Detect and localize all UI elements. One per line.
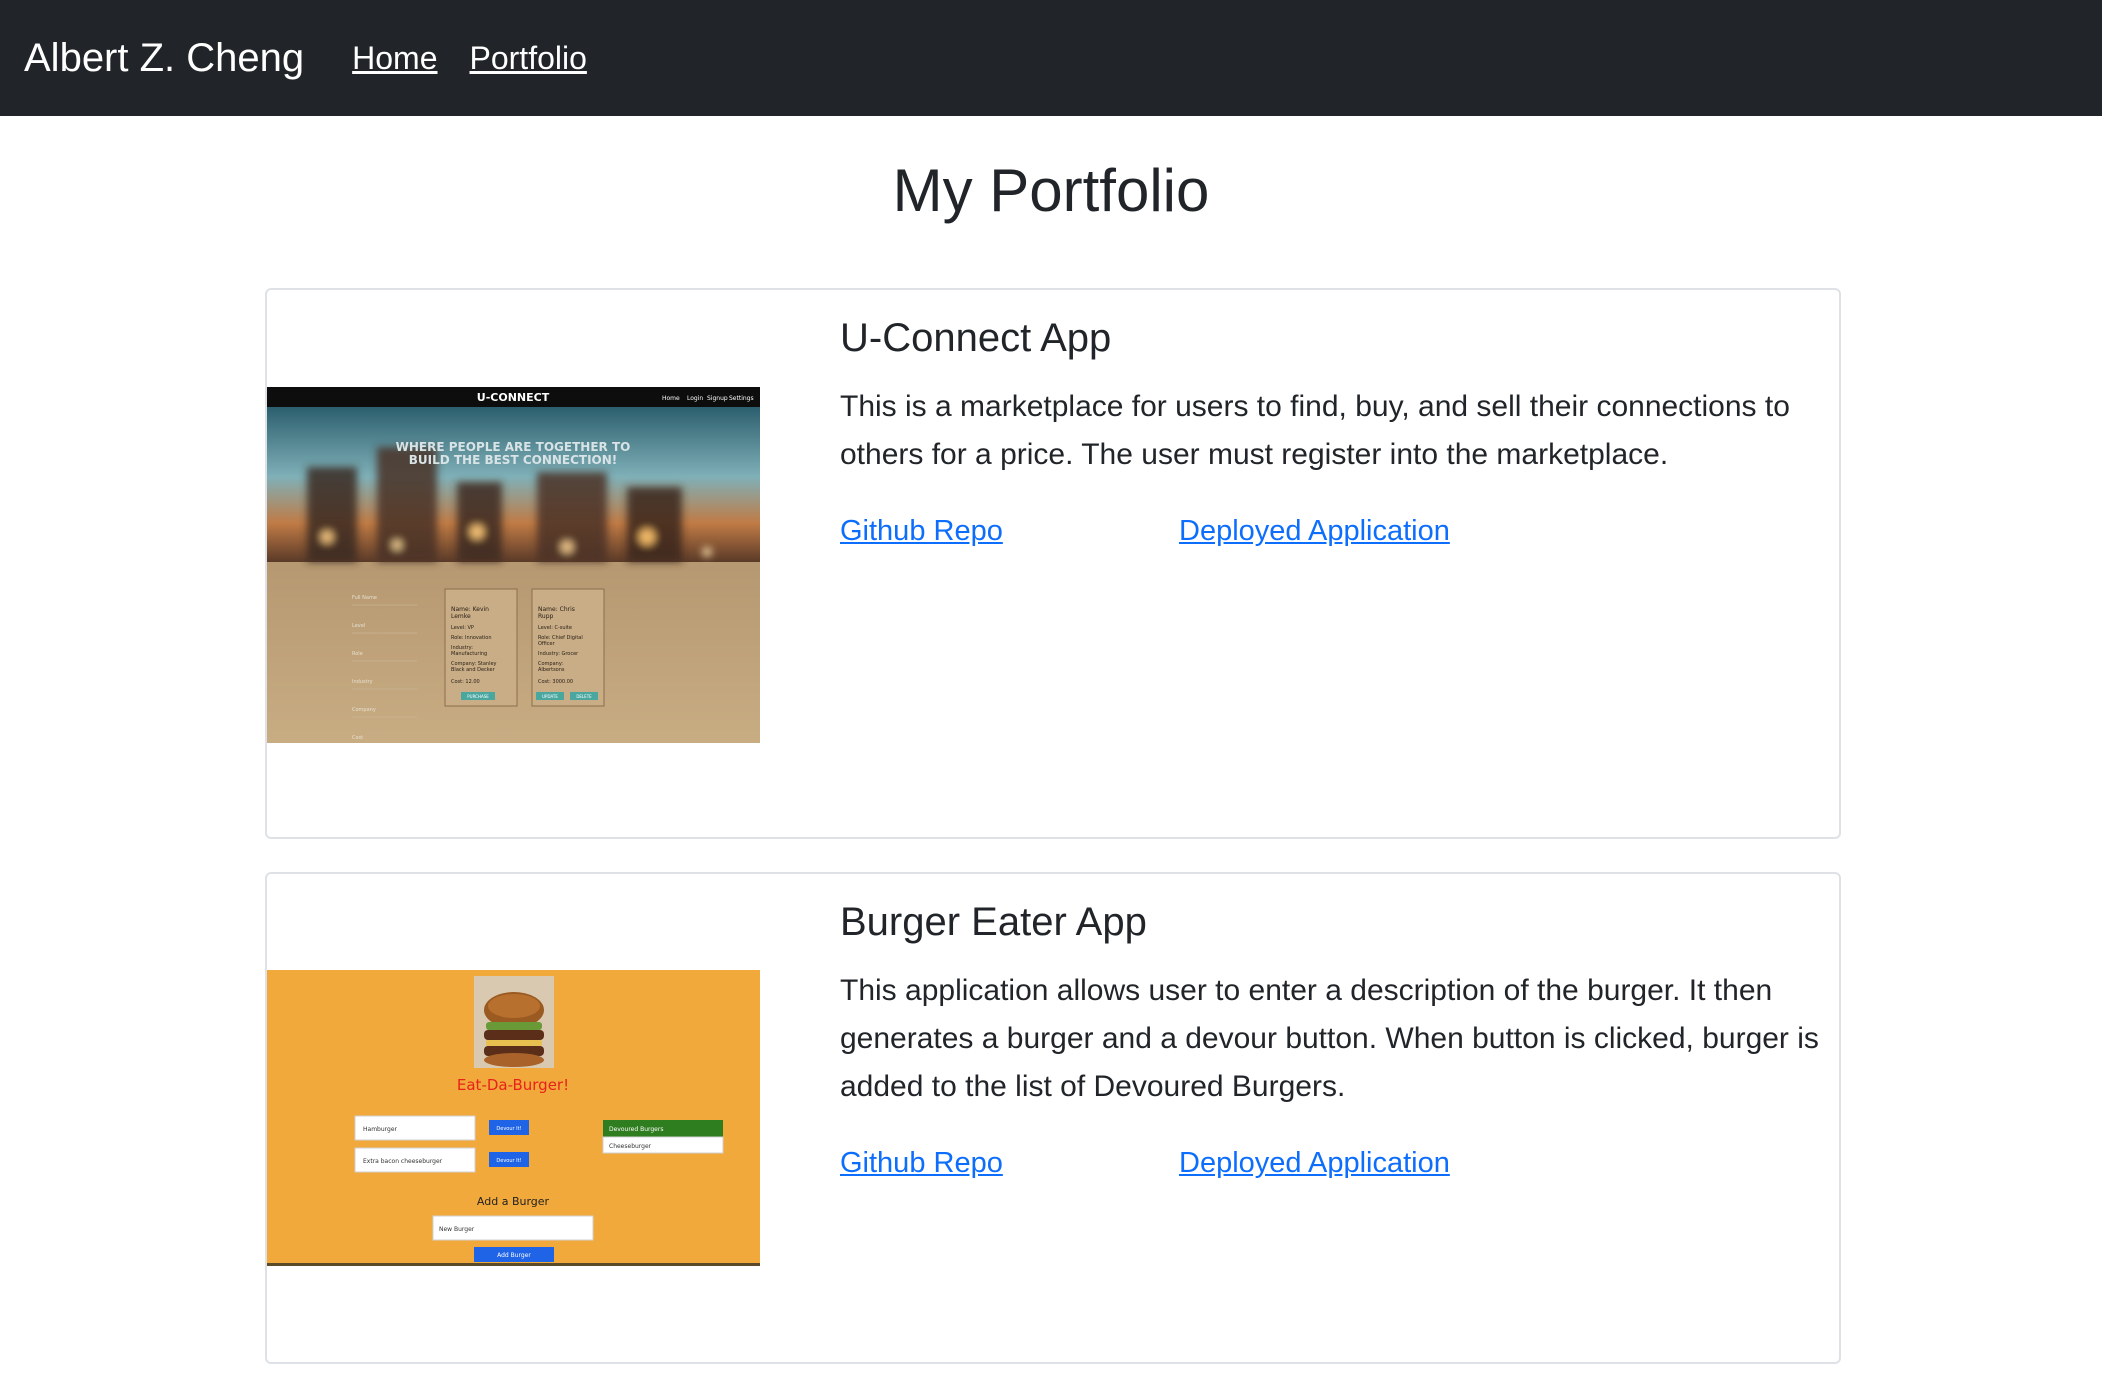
top-navbar: Albert Z. Cheng Home Portfolio: [0, 0, 2102, 116]
svg-text:BUILD THE BEST CONNECTION!: BUILD THE BEST CONNECTION!: [409, 453, 618, 467]
svg-text:Officer: Officer: [538, 641, 556, 647]
project-description: This is a marketplace for users to find,…: [840, 390, 1790, 471]
page-title: My Portfolio: [892, 157, 1210, 224]
svg-text:New Burger: New Burger: [439, 1226, 475, 1233]
deployed-application-link[interactable]: Deployed Application: [1179, 1147, 1450, 1180]
svg-text:Devour It!: Devour It!: [496, 1158, 521, 1164]
svg-text:Cost: 12.00: Cost: 12.00: [451, 679, 480, 685]
svg-text:UPDATE: UPDATE: [542, 694, 558, 699]
burger-heading: Eat-Da-Burger!: [457, 1076, 569, 1094]
svg-text:Signup: Signup: [707, 395, 728, 402]
svg-text:Level: VP: Level: VP: [451, 625, 474, 631]
project-screenshot-burger: Eat-Da-Burger! Hamburger Devour It! Extr…: [267, 970, 760, 1266]
nav-link-home[interactable]: Home: [352, 40, 437, 77]
svg-text:Company: Company: [352, 707, 376, 713]
svg-text:Devour It!: Devour It!: [496, 1126, 521, 1132]
svg-text:Black and Decker: Black and Decker: [451, 667, 496, 673]
project-description: This application allows user to enter a …: [840, 974, 1819, 1103]
svg-text:Role: Innovation: Role: Innovation: [451, 635, 492, 641]
svg-text:Login: Login: [687, 395, 703, 402]
svg-text:Industry: Industry: [352, 679, 373, 685]
svg-text:Settings: Settings: [729, 395, 754, 402]
svg-text:Add a Burger: Add a Burger: [477, 1195, 550, 1208]
svg-text:Rupp: Rupp: [538, 613, 554, 620]
burger-photo: [474, 976, 554, 1068]
svg-text:Home: Home: [662, 395, 680, 402]
uconnect-logo-text: U-CONNECT: [477, 391, 550, 404]
project-links: Github Repo Deployed Application: [840, 1147, 1820, 1180]
github-repo-link[interactable]: Github Repo: [840, 515, 1179, 548]
github-repo-link[interactable]: Github Repo: [840, 1147, 1179, 1180]
svg-text:Devoured Burgers: Devoured Burgers: [609, 1126, 663, 1133]
project-title: U-Connect App: [840, 316, 1112, 360]
svg-text:Manufacturing: Manufacturing: [451, 651, 487, 657]
project-card-uconnect: U-CONNECT Home Login Signup Settings WHE…: [265, 288, 1841, 839]
svg-text:Albertsons: Albertsons: [538, 667, 565, 673]
svg-text:Level: Level: [352, 623, 365, 629]
svg-text:Full Name: Full Name: [352, 595, 377, 601]
svg-text:Lemke: Lemke: [451, 613, 471, 620]
svg-text:Role: Role: [352, 651, 363, 657]
project-screenshot-uconnect: U-CONNECT Home Login Signup Settings WHE…: [267, 387, 760, 743]
project-links: Github Repo Deployed Application: [840, 515, 1820, 548]
brand-name[interactable]: Albert Z. Cheng: [24, 36, 304, 81]
project-card-burger: Eat-Da-Burger! Hamburger Devour It! Extr…: [265, 872, 1841, 1364]
svg-text:DELETE: DELETE: [576, 694, 592, 699]
svg-text:Extra bacon cheeseburger: Extra bacon cheeseburger: [363, 1158, 443, 1165]
svg-text:Level: C-suite: Level: C-suite: [538, 625, 572, 631]
svg-text:WHERE PEOPLE ARE TOGETHER TO: WHERE PEOPLE ARE TOGETHER TO: [396, 440, 631, 454]
project-card-body: Burger Eater App This application allows…: [840, 900, 1820, 1180]
nav-link-portfolio[interactable]: Portfolio: [470, 40, 587, 77]
svg-text:Industry: Grocer: Industry: Grocer: [538, 651, 579, 657]
project-title: Burger Eater App: [840, 900, 1147, 944]
svg-text:PURCHASE: PURCHASE: [467, 694, 489, 699]
svg-text:Cost: 3000.00: Cost: 3000.00: [538, 679, 573, 685]
deployed-application-link[interactable]: Deployed Application: [1179, 515, 1450, 548]
svg-text:Name: Chris: Name: Chris: [538, 606, 575, 613]
svg-text:Add Burger: Add Burger: [497, 1252, 531, 1259]
project-card-body: U-Connect App This is a marketplace for …: [840, 316, 1820, 548]
svg-text:Hamburger: Hamburger: [363, 1126, 398, 1133]
svg-text:Name: Kevin: Name: Kevin: [451, 606, 489, 613]
svg-text:Cheeseburger: Cheeseburger: [609, 1143, 652, 1150]
svg-text:Cost: Cost: [352, 735, 363, 741]
